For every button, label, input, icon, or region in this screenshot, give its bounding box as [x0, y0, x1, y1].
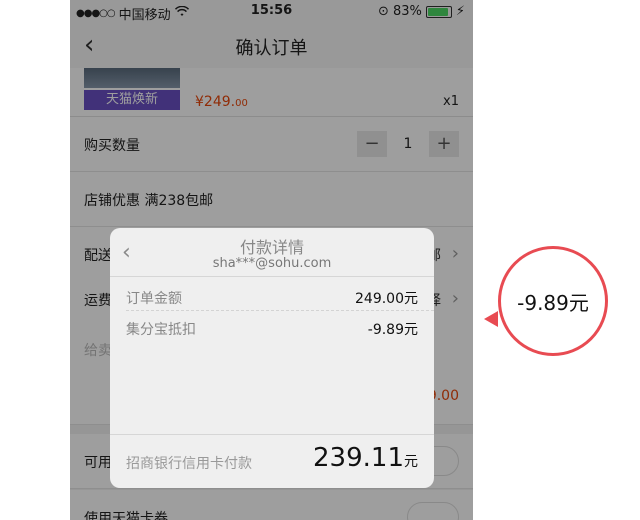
callout-bubble: -9.89元 — [498, 246, 608, 356]
deduction-value: -9.89元 — [367, 322, 418, 338]
modal-title: 付款详情 — [239, 238, 304, 257]
callout-text: -9.89元 — [517, 290, 589, 315]
payment-amount: 239.11 — [313, 443, 404, 473]
payment-footer: 招商银行信用卡付款 239.11元 — [110, 434, 434, 488]
order-amount-label: 订单金额 — [126, 291, 182, 307]
payment-unit: 元 — [404, 454, 418, 470]
divider — [126, 310, 434, 311]
account-email: sha***@sohu.com — [212, 256, 332, 271]
deduction-row: 集分宝抵扣 -9.89元 — [126, 319, 418, 339]
callout-pointer — [484, 311, 498, 327]
order-amount-value: 249.00元 — [355, 291, 418, 307]
order-amount-row: 订单金额 249.00元 — [126, 288, 418, 308]
deduction-label: 集分宝抵扣 — [126, 322, 196, 338]
payment-total: 239.11元 — [313, 443, 418, 473]
payment-detail-modal: ‹ 付款详情 sha***@sohu.com 订单金额 249.00元 集分宝抵… — [110, 228, 434, 488]
modal-header: ‹ 付款详情 sha***@sohu.com — [110, 228, 434, 277]
payment-method: 招商银行信用卡付款 — [126, 456, 252, 472]
